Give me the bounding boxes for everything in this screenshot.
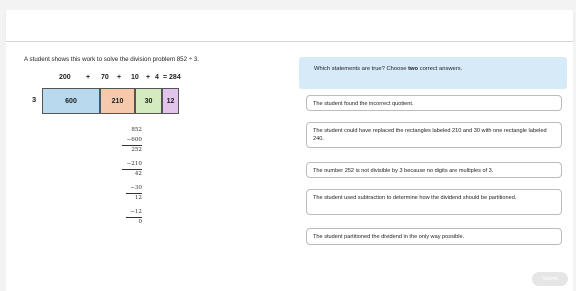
addend-10: 10	[131, 74, 139, 81]
ld-subtract-210: −210	[126, 161, 142, 167]
ld-dividend: 852	[131, 127, 142, 133]
plus-sign: +	[117, 74, 122, 81]
divisor-label: 3	[32, 95, 37, 104]
ld-subtract-12: −12	[130, 209, 142, 215]
answer-option-4[interactable]: The student used subtraction to determin…	[306, 189, 562, 215]
ld-remainder-252: 252	[131, 147, 142, 153]
addend-200: 200	[59, 74, 71, 81]
ld-subtract-30: −30	[130, 185, 142, 191]
plus-sign: +	[146, 74, 151, 81]
area-rect-30: 30	[135, 88, 162, 114]
sum-284: = 284	[163, 74, 181, 81]
plus-sign: +	[86, 74, 91, 81]
submit-button[interactable]: Submit	[532, 272, 568, 286]
area-rect-12: 12	[162, 88, 179, 114]
ld-rule	[126, 193, 142, 194]
ld-rule	[122, 145, 142, 146]
answer-option-1[interactable]: The student found the incorrect quotient…	[306, 95, 562, 111]
ld-rule	[122, 169, 142, 170]
ld-remainder-0: 0	[138, 219, 142, 225]
answer-option-5[interactable]: The student partitioned the dividend in …	[306, 228, 562, 245]
question-text-end: correct answers.	[418, 66, 463, 72]
ld-remainder-12: 12	[134, 195, 142, 201]
area-rect-600: 600	[42, 88, 100, 114]
answer-option-2[interactable]: The student could have replaced the rect…	[306, 122, 562, 148]
question-prompt-box: Which statements are true? Choose two co…	[299, 57, 567, 89]
top-header-bar	[6, 10, 573, 42]
answer-option-3[interactable]: The number 252 is not divisible by 3 bec…	[306, 162, 562, 178]
ld-subtract-600: −600	[126, 137, 142, 143]
area-rect-210: 210	[100, 88, 135, 114]
ld-remainder-42: 42	[134, 171, 142, 177]
ld-rule	[126, 217, 142, 218]
question-text: Which statements are true? Choose	[314, 66, 409, 72]
problem-panel: A student shows this work to solve the d…	[24, 56, 294, 225]
question-emphasis: two	[408, 66, 419, 72]
addend-4: 4	[155, 74, 159, 81]
problem-prompt: A student shows this work to solve the d…	[24, 56, 200, 63]
area-model: 3 600 210 30 12	[32, 88, 192, 114]
addend-70: 70	[101, 74, 109, 81]
